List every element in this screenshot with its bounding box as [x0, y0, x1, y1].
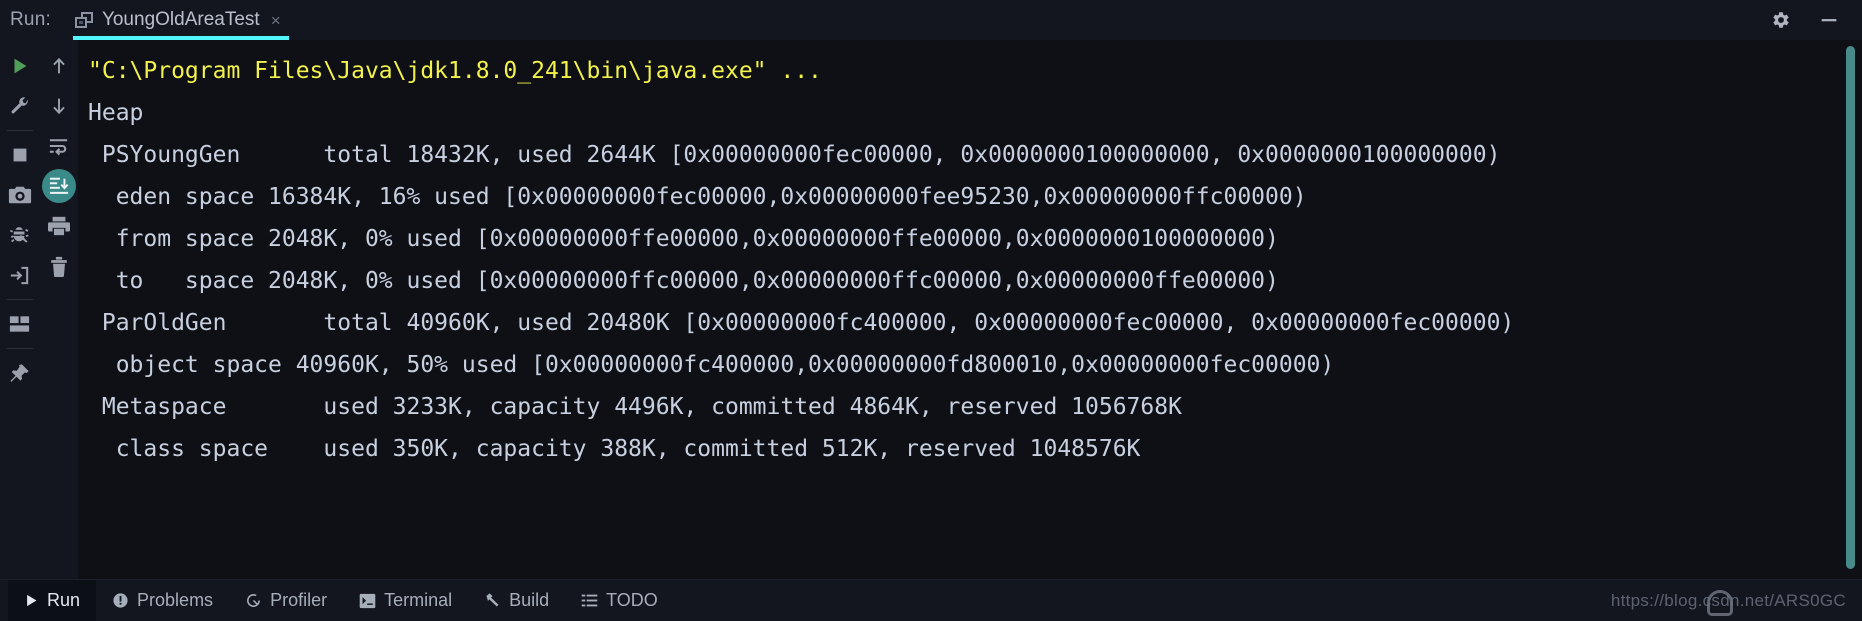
- toolbar-divider: [6, 130, 33, 131]
- run-tool-window: Run: YoungOldAreaTest × "C:\Program File…: [0, 0, 1862, 621]
- status-tab-label: Build: [509, 590, 550, 610]
- close-icon[interactable]: ×: [269, 12, 281, 29]
- console-line: object space 40960K, 50% used [0x0000000…: [88, 352, 1335, 378]
- toolbar-divider: [6, 299, 33, 300]
- terminal-icon: [359, 593, 376, 608]
- trash-icon[interactable]: [42, 246, 76, 286]
- status-tab-label: Problems: [137, 590, 214, 610]
- printer-icon[interactable]: [42, 206, 76, 246]
- run-tool-window-header: Run: YoungOldAreaTest ×: [0, 0, 1862, 40]
- console-line: eden space 16384K, 16% used [0x00000000f…: [88, 184, 1307, 210]
- hammer-icon: [486, 593, 499, 607]
- minimize-icon[interactable]: [1818, 9, 1840, 31]
- console-scrollbar[interactable]: [1840, 40, 1862, 579]
- window-restore-icon: [74, 12, 93, 28]
- status-tab-todo[interactable]: TODO: [565, 580, 674, 621]
- run-tool-label: Run:: [10, 9, 51, 30]
- status-tab-label: Terminal: [384, 590, 453, 610]
- bug-icon[interactable]: [3, 215, 37, 255]
- watermark-logo-icon: [1706, 589, 1733, 616]
- status-tab-label: Profiler: [270, 590, 328, 610]
- pin-icon[interactable]: [3, 353, 37, 393]
- camera-icon[interactable]: [3, 175, 37, 215]
- gear-icon[interactable]: [1770, 9, 1792, 31]
- console-line: class space used 350K, capacity 388K, co…: [88, 436, 1141, 462]
- status-tab-build[interactable]: Build: [468, 580, 565, 621]
- console-output[interactable]: "C:\Program Files\Java\jdk1.8.0_241\bin\…: [78, 40, 1840, 579]
- tab-young-old-area-test[interactable]: YoungOldAreaTest ×: [65, 0, 293, 40]
- stop-button[interactable]: [3, 135, 37, 175]
- arrow-into-box-icon[interactable]: [3, 255, 37, 295]
- problems-icon: [113, 593, 128, 608]
- run-toolbar-column-primary: [0, 46, 39, 579]
- rerun-button[interactable]: [3, 46, 37, 86]
- status-tab-problems[interactable]: Problems: [96, 580, 229, 621]
- status-tab-profiler[interactable]: Profiler: [229, 580, 343, 621]
- arrow-up-icon[interactable]: [42, 46, 76, 86]
- run-tool-window-body: "C:\Program Files\Java\jdk1.8.0_241\bin\…: [0, 40, 1862, 579]
- status-tab-terminal[interactable]: Terminal: [343, 580, 468, 621]
- status-tab-run[interactable]: Run: [8, 580, 97, 621]
- edit-configurations-button[interactable]: [3, 86, 37, 126]
- console-line: ParOldGen total 40960K, used 20480K [0x0…: [88, 310, 1515, 336]
- layout-panels-icon[interactable]: [3, 304, 37, 344]
- watermark: https://blog.csdn.net/ARS0GC: [1611, 589, 1862, 616]
- tool-window-status-bar: Run Problems Profiler Terminal Build TOD…: [0, 579, 1862, 621]
- tab-label: YoungOldAreaTest: [101, 9, 260, 30]
- todo-list-icon: [581, 594, 598, 606]
- console-line: Metaspace used 3233K, capacity 4496K, co…: [88, 394, 1182, 420]
- console-line: from space 2048K, 0% used [0x00000000ffe…: [88, 226, 1279, 252]
- soft-wrap-icon[interactable]: [42, 126, 76, 166]
- console-scrollbar-thumb[interactable]: [1846, 46, 1855, 569]
- scroll-to-end-button[interactable]: [41, 166, 76, 206]
- run-toolbar-column-secondary: [39, 46, 78, 579]
- console-line: Heap: [88, 100, 144, 126]
- run-toolbar: [0, 40, 78, 579]
- play-icon: [27, 594, 37, 607]
- arrow-down-icon[interactable]: [42, 86, 76, 126]
- header-actions: [1770, 0, 1862, 40]
- console-line: to space 2048K, 0% used [0x00000000ffc00…: [88, 268, 1279, 294]
- console-line: PSYoungGen total 18432K, used 2644K [0x0…: [88, 142, 1501, 168]
- scroll-to-end-active-bg: [41, 169, 76, 203]
- status-tab-label: Run: [47, 590, 81, 610]
- profiler-icon: [247, 594, 261, 607]
- status-tab-label: TODO: [606, 590, 658, 610]
- toolbar-divider: [6, 348, 33, 349]
- console-line: "C:\Program Files\Java\jdk1.8.0_241\bin\…: [88, 58, 822, 84]
